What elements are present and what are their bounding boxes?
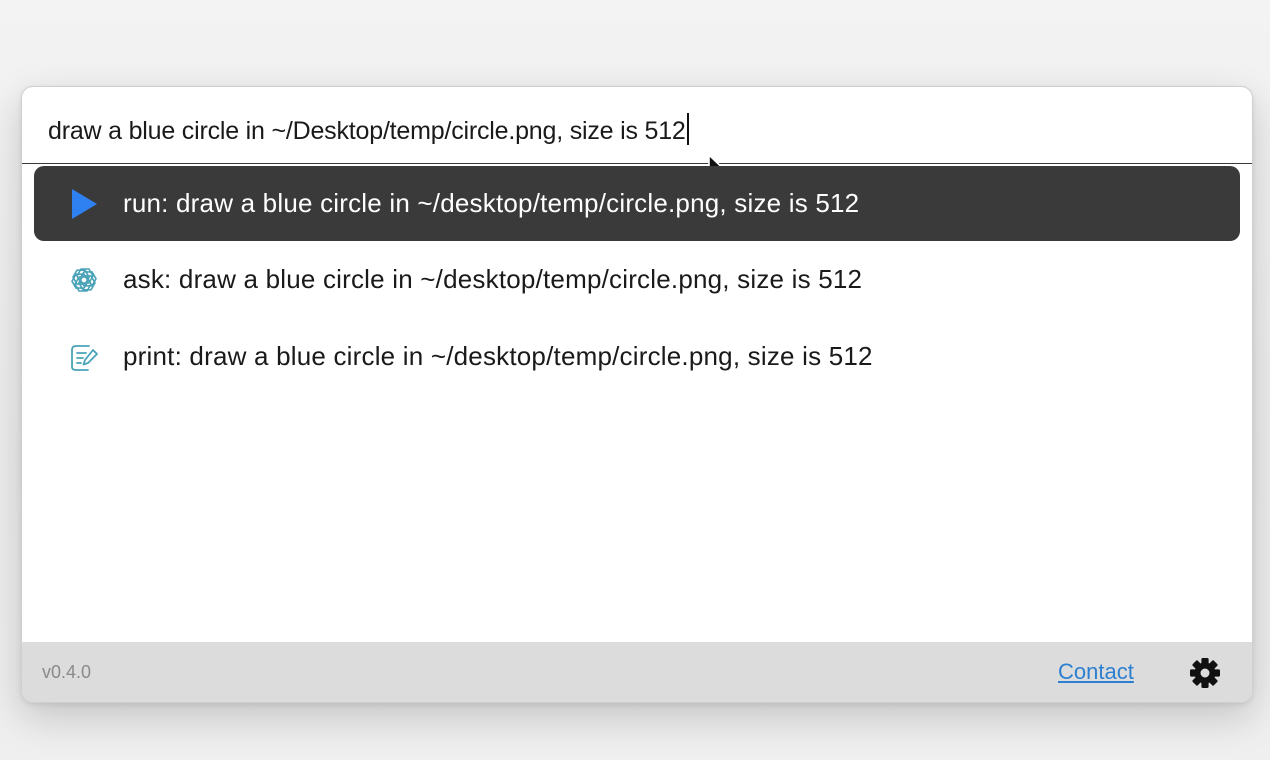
result-label-ask: ask: draw a blue circle in ~/desktop/tem… — [123, 264, 863, 294]
openai-icon — [66, 262, 102, 298]
results-list: run: draw a blue circle in ~/desktop/tem… — [34, 166, 1240, 395]
result-run[interactable]: run: draw a blue circle in ~/desktop/tem… — [34, 166, 1240, 241]
query-input[interactable]: draw a blue circle in ~/Desktop/temp/cir… — [48, 113, 689, 146]
result-label-run: run: draw a blue circle in ~/desktop/tem… — [123, 188, 860, 218]
contact-link[interactable]: Contact — [1058, 659, 1134, 685]
text-caret — [686, 113, 689, 145]
gear-icon — [1190, 658, 1220, 688]
play-icon — [66, 186, 102, 222]
result-ask[interactable]: ask: draw a blue circle in ~/desktop/tem… — [34, 241, 1240, 318]
query-bar[interactable]: draw a blue circle in ~/Desktop/temp/cir… — [22, 87, 1252, 164]
result-label-print: print: draw a blue circle in ~/desktop/t… — [123, 341, 873, 371]
query-input-text: draw a blue circle in ~/Desktop/temp/cir… — [48, 117, 686, 145]
version-label: v0.4.0 — [42, 662, 92, 682]
result-print[interactable]: print: draw a blue circle in ~/desktop/t… — [34, 318, 1240, 395]
launcher-panel: draw a blue circle in ~/Desktop/temp/cir… — [21, 86, 1253, 703]
note-edit-icon — [66, 339, 102, 375]
footer-bar: v0.4.0 Contact — [22, 642, 1252, 702]
settings-button[interactable] — [1188, 656, 1222, 690]
